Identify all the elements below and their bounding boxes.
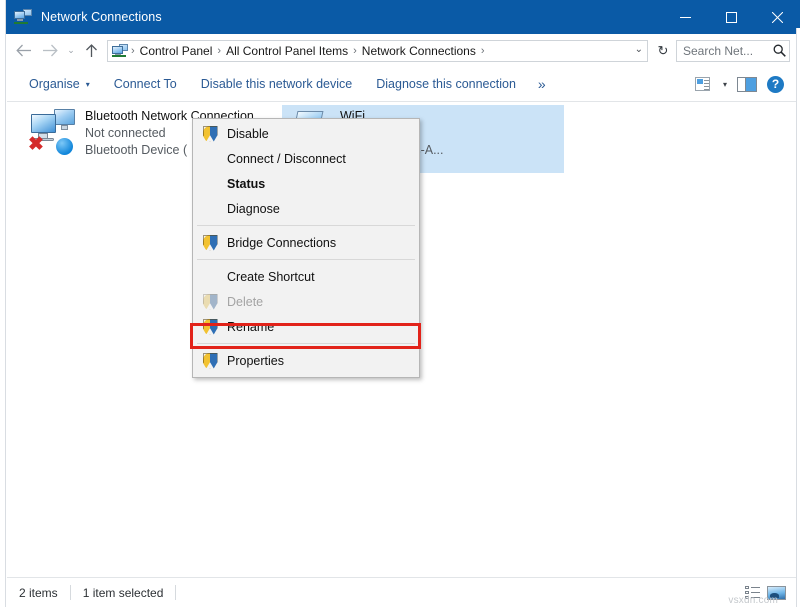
menu-item-label: Connect / Disconnect [225,152,346,166]
network-connections-icon [14,8,32,26]
connect-to-button[interactable]: Connect To [102,71,189,97]
menu-separator [197,225,415,226]
status-divider [175,585,176,600]
command-overflow-button[interactable]: » [528,71,556,97]
breadcrumb-item-network-connections[interactable]: Network Connections [358,44,480,58]
preview-pane-icon[interactable] [735,73,759,95]
item-count: 2 items [7,584,70,602]
organise-label: Organise [29,77,80,91]
shield-icon [195,126,225,142]
disable-network-device-button[interactable]: Disable this network device [189,71,364,97]
breadcrumb-separator[interactable]: › [480,45,486,57]
forward-button[interactable] [37,38,63,64]
menu-item-bridge-connections[interactable]: Bridge Connections [193,230,419,255]
menu-item-create-shortcut[interactable]: Create Shortcut [193,264,419,289]
recent-locations-button[interactable]: ⌄ [63,38,79,64]
menu-item-delete: Delete [193,289,419,314]
shield-icon [195,294,225,310]
bluetooth-icon: ᚝ [56,138,73,155]
back-button[interactable] [11,38,37,64]
menu-separator [197,259,415,260]
window-controls [662,0,800,34]
address-bar-row: ⌄ › Control Panel › All Control Panel It… [7,34,796,67]
command-bar: Organise ▾ Connect To Disable this netwo… [7,67,796,102]
breadcrumb-item-control-panel[interactable]: Control Panel [136,44,217,58]
chevron-down-icon: ▾ [86,80,90,89]
menu-item-label: Disable [225,127,269,141]
window-title: Network Connections [41,10,162,24]
close-button[interactable] [754,0,800,34]
menu-item-connect-disconnect[interactable]: Connect / Disconnect [193,146,419,171]
minimize-button[interactable] [662,0,708,34]
maximize-button[interactable] [708,0,754,34]
chevron-down-icon[interactable]: ⌄ [635,44,643,55]
file-explorer-window: Network Connections ⌄ [0,0,800,607]
disconnected-x-icon: ✖ [28,137,44,153]
window-right-edge [796,28,800,607]
search-placeholder: Search Net... [677,44,769,58]
help-icon[interactable]: ? [767,76,784,93]
breadcrumb[interactable]: › Control Panel › All Control Panel Item… [107,40,648,62]
window-left-edge [0,0,6,607]
breadcrumb-item-all-control-panel-items[interactable]: All Control Panel Items [222,44,352,58]
menu-item-label: Bridge Connections [225,236,336,250]
menu-item-disable[interactable]: Disable [193,121,419,146]
search-icon [769,44,789,57]
menu-item-properties[interactable]: Properties [193,348,419,373]
search-input[interactable]: Search Net... [676,40,790,62]
diagnose-connection-button[interactable]: Diagnose this connection [364,71,528,97]
menu-item-label: Create Shortcut [225,270,315,284]
title-bar: Network Connections [6,0,800,34]
command-bar-right-group: ▾ ? [691,73,788,95]
menu-item-status[interactable]: Status [193,171,419,196]
refresh-button[interactable]: ↻ [653,40,673,62]
shield-icon [195,235,225,251]
status-bar: 2 items 1 item selected [7,577,796,607]
menu-item-label: Status [225,177,265,191]
menu-item-diagnose[interactable]: Diagnose [193,196,419,221]
change-view-dropdown-icon[interactable]: ▾ [717,80,733,89]
menu-item-label: Diagnose [225,202,280,216]
watermark: vsxdn.com [728,595,778,606]
menu-item-label: Properties [225,354,284,368]
up-button[interactable] [79,38,103,64]
organise-button[interactable]: Organise ▾ [17,71,102,97]
bluetooth-network-adapter-icon: ✖ ᚝ [27,107,79,155]
shield-icon [195,353,225,369]
properties-highlight-box [190,323,421,349]
breadcrumb-network-icon [112,43,128,58]
change-view-icon[interactable] [691,73,715,95]
selection-count: 1 item selected [71,584,176,602]
menu-item-label: Delete [225,295,263,309]
